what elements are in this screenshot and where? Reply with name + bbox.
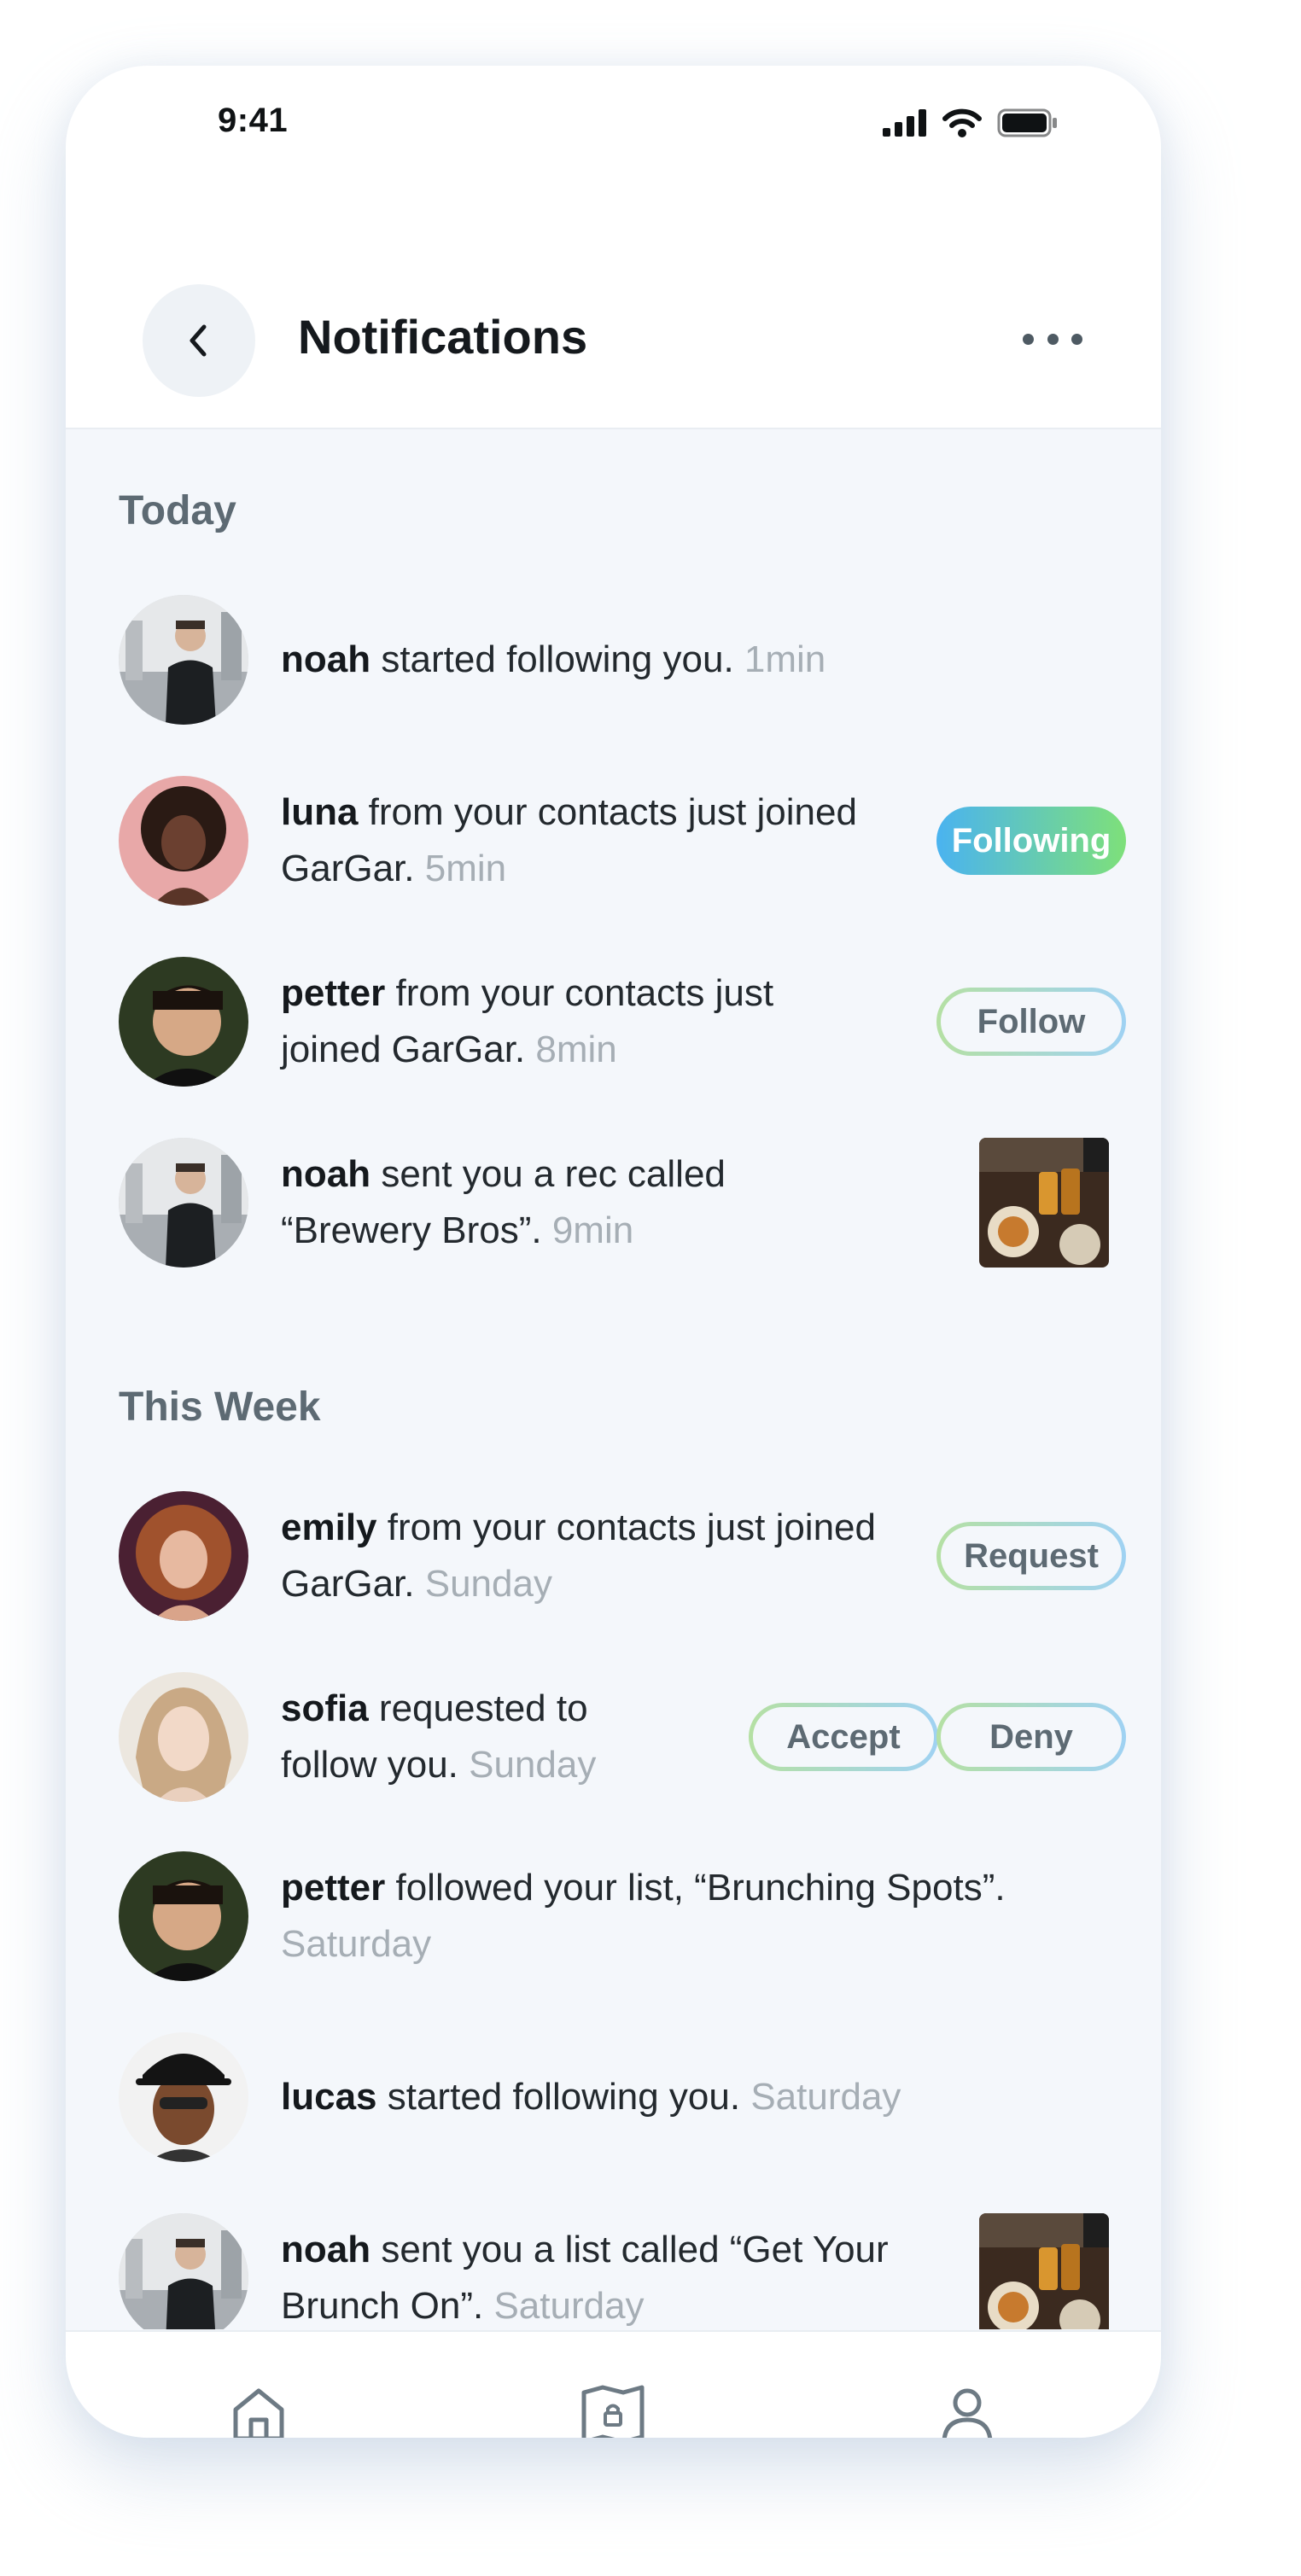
battery-icon xyxy=(997,108,1057,137)
status-icons xyxy=(883,108,1059,137)
section-title-this-week: This Week xyxy=(119,1384,321,1430)
avatar[interactable] xyxy=(119,776,248,906)
notification-time: Sunday xyxy=(424,1563,552,1605)
notification-message: followed your list, “Brunching Spots”. xyxy=(385,1867,1006,1909)
section-title-today: Today xyxy=(119,488,236,533)
avatar[interactable] xyxy=(119,957,248,1087)
more-horizontal-icon xyxy=(1023,333,1034,345)
notification-time: 5min xyxy=(424,848,507,889)
map-icon xyxy=(581,2385,645,2438)
avatar[interactable] xyxy=(119,1672,248,1802)
notification-text: lucas started following you. Saturday xyxy=(281,2069,1049,2125)
notification-time: 1min xyxy=(744,638,826,680)
notification-time: Sunday xyxy=(469,1744,597,1786)
notification-item[interactable]: luna from your contacts just joined GarG… xyxy=(119,776,1126,906)
header: Notifications xyxy=(66,202,1161,429)
nav-profile[interactable] xyxy=(933,2380,1001,2438)
notification-message: started following you. xyxy=(370,638,744,680)
notification-item[interactable]: sofia requested to follow you. Sunday Ac… xyxy=(119,1672,1126,1802)
accept-button[interactable]: Accept xyxy=(749,1703,938,1771)
notification-time: Saturday xyxy=(281,1923,432,1965)
notification-user[interactable]: noah xyxy=(281,638,370,680)
notification-text: petter followed your list, “Brunching Sp… xyxy=(281,1860,1049,1973)
phone-screen: 9:41 Notifications Today noah started fo… xyxy=(66,66,1161,2438)
notification-text: noah sent you a list called “Get Your Br… xyxy=(281,2222,930,2329)
notification-time: 9min xyxy=(551,1209,634,1251)
avatar[interactable] xyxy=(119,595,248,725)
avatar[interactable] xyxy=(119,2032,248,2162)
notifications-list[interactable]: Today noah started following you. 1min l… xyxy=(66,429,1161,2329)
notification-item[interactable]: petter followed your list, “Brunching Sp… xyxy=(119,1851,1109,1981)
status-bar: 9:41 xyxy=(66,66,1161,202)
follow-button[interactable]: Follow xyxy=(936,988,1126,1056)
notification-user[interactable]: noah xyxy=(281,2229,370,2270)
avatar[interactable] xyxy=(119,1491,248,1621)
notification-item[interactable]: noah started following you. 1min xyxy=(119,595,1109,725)
notification-time: Saturday xyxy=(493,2285,645,2327)
notification-item[interactable]: emily from your contacts just joined Gar… xyxy=(119,1491,1126,1621)
notification-user[interactable]: petter xyxy=(281,972,385,1014)
notification-text: noah started following you. 1min xyxy=(281,632,826,688)
following-button-label: Following xyxy=(951,821,1111,860)
notification-text: petter from your contacts just joined Ga… xyxy=(281,965,878,1078)
notification-message: from your contacts just joined GarGar. xyxy=(281,791,857,889)
bottom-nav xyxy=(66,2330,1161,2438)
page-title: Notifications xyxy=(298,310,588,364)
notification-item[interactable]: noah sent you a list called “Get Your Br… xyxy=(119,2213,1109,2329)
notification-item[interactable]: petter from your contacts just joined Ga… xyxy=(119,957,1126,1087)
notification-time: 8min xyxy=(535,1029,617,1070)
notification-user[interactable]: petter xyxy=(281,1867,385,1909)
rec-thumbnail[interactable] xyxy=(979,1138,1109,1268)
back-button[interactable] xyxy=(143,284,255,397)
notification-user[interactable]: noah xyxy=(281,1153,370,1195)
notification-text: noah sent you a rec called “Brewery Bros… xyxy=(281,1146,878,1259)
notification-item[interactable]: lucas started following you. Saturday xyxy=(119,2032,1109,2162)
more-options-button[interactable] xyxy=(1023,322,1082,356)
avatar[interactable] xyxy=(119,1138,248,1268)
accept-button-label: Accept xyxy=(753,1707,934,1767)
avatar[interactable] xyxy=(119,2213,248,2329)
list-thumbnail[interactable] xyxy=(979,2213,1109,2329)
notification-user[interactable]: luna xyxy=(281,791,358,833)
deny-button-label: Deny xyxy=(941,1707,1122,1767)
notification-user[interactable]: emily xyxy=(281,1507,377,1548)
follow-button-label: Follow xyxy=(941,992,1122,1052)
deny-button[interactable]: Deny xyxy=(936,1703,1126,1771)
following-button[interactable]: Following xyxy=(936,807,1126,875)
notification-text: emily from your contacts just joined Gar… xyxy=(281,1500,878,1612)
notification-message: started following you. xyxy=(376,2076,751,2118)
notification-user[interactable]: lucas xyxy=(281,2076,377,2118)
notification-time: Saturday xyxy=(750,2076,901,2118)
request-button[interactable]: Request xyxy=(936,1522,1126,1590)
avatar[interactable] xyxy=(119,1851,248,1981)
notification-item[interactable]: noah sent you a rec called “Brewery Bros… xyxy=(119,1138,1109,1268)
chevron-left-icon xyxy=(190,324,207,357)
profile-icon xyxy=(942,2388,993,2438)
signal-icon xyxy=(883,109,926,137)
notification-text: sofia requested to follow you. Sunday xyxy=(281,1681,691,1793)
nav-map[interactable] xyxy=(579,2380,647,2438)
status-time: 9:41 xyxy=(218,102,289,139)
nav-home[interactable] xyxy=(225,2380,293,2438)
request-button-label: Request xyxy=(941,1526,1122,1586)
notification-text: luna from your contacts just joined GarG… xyxy=(281,784,878,897)
wifi-icon xyxy=(942,108,982,137)
notification-user[interactable]: sofia xyxy=(281,1687,369,1729)
home-icon xyxy=(233,2388,284,2438)
